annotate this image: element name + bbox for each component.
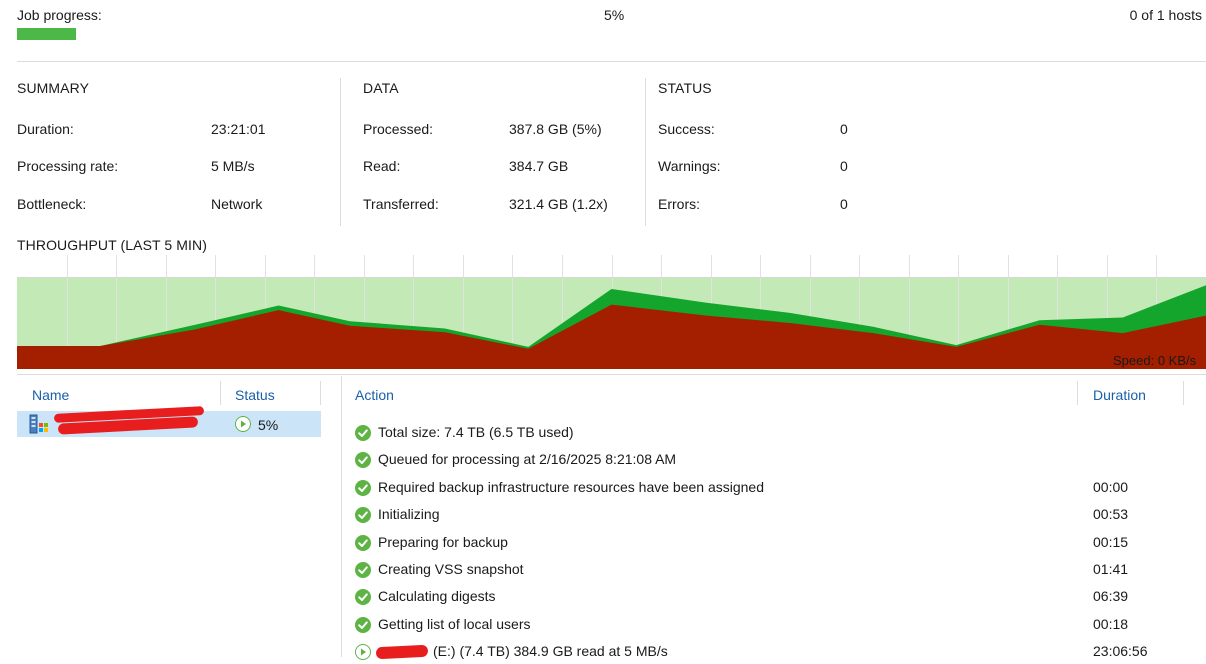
hosts-column-name[interactable]: Name bbox=[32, 387, 69, 403]
job-progress-hosts: 0 of 1 hosts bbox=[1129, 7, 1202, 23]
status-errors-value: 0 bbox=[840, 196, 848, 212]
action-text: Calculating digests bbox=[378, 588, 496, 604]
job-progress-fill bbox=[17, 28, 77, 40]
action-text: Required backup infrastructure resources… bbox=[378, 479, 765, 495]
column-separator[interactable] bbox=[220, 381, 221, 405]
action-row[interactable] bbox=[350, 503, 1200, 527]
data-title: DATA bbox=[363, 80, 399, 96]
data-transferred-label: Transferred: bbox=[363, 196, 439, 212]
column-divider bbox=[645, 78, 646, 226]
summary-duration-value: 23:21:01 bbox=[211, 121, 266, 137]
action-duration: 00:15 bbox=[1093, 534, 1129, 550]
host-status: 5% bbox=[258, 417, 279, 433]
check-circle-icon bbox=[355, 562, 371, 578]
summary-title: SUMMARY bbox=[17, 80, 90, 96]
status-title: STATUS bbox=[658, 80, 712, 96]
check-circle-icon bbox=[355, 589, 371, 605]
action-duration: 00:00 bbox=[1093, 479, 1129, 495]
status-errors-label: Errors: bbox=[658, 196, 700, 212]
check-circle-icon bbox=[355, 425, 371, 441]
data-processed-label: Processed: bbox=[363, 121, 434, 137]
summary-bottleneck-value: Network bbox=[211, 196, 263, 212]
section-divider bbox=[17, 374, 1206, 375]
status-success-label: Success: bbox=[658, 121, 715, 137]
status-success-value: 0 bbox=[840, 121, 848, 137]
action-text: Queued for processing at 2/16/2025 8:21:… bbox=[378, 451, 677, 467]
summary-duration-label: Duration: bbox=[17, 121, 74, 137]
check-circle-icon bbox=[355, 452, 371, 468]
summary-rate-label: Processing rate: bbox=[17, 158, 119, 174]
action-duration: 01:41 bbox=[1093, 561, 1129, 577]
check-circle-icon bbox=[355, 535, 371, 551]
actions-column-duration[interactable]: Duration bbox=[1093, 387, 1146, 403]
pane-divider[interactable] bbox=[341, 376, 342, 657]
action-text: Getting list of local users bbox=[378, 616, 531, 632]
data-processed-value: 387.8 GB (5%) bbox=[509, 121, 602, 137]
status-warnings-label: Warnings: bbox=[658, 158, 721, 174]
data-read-value: 384.7 GB bbox=[509, 158, 569, 174]
column-separator[interactable] bbox=[1077, 381, 1078, 405]
check-circle-icon bbox=[355, 617, 371, 633]
actions-column-action[interactable]: Action bbox=[355, 387, 394, 403]
summary-rate-value: 5 MB/s bbox=[211, 158, 255, 174]
status-warnings-value: 0 bbox=[840, 158, 848, 174]
column-divider bbox=[340, 78, 341, 226]
play-circle-icon bbox=[355, 644, 371, 660]
data-read-label: Read: bbox=[363, 158, 401, 174]
section-divider bbox=[17, 61, 1206, 62]
throughput-speed-label: Speed: 0 KB/s bbox=[1113, 353, 1197, 368]
action-duration: 00:18 bbox=[1093, 616, 1129, 632]
action-text: Preparing for backup bbox=[378, 534, 508, 550]
play-circle-icon bbox=[235, 416, 251, 432]
throughput-chart bbox=[17, 255, 1206, 369]
data-transferred-value: 321.4 GB (1.2x) bbox=[509, 196, 608, 212]
action-text: Total size: 7.4 TB (6.5 TB used) bbox=[378, 424, 574, 440]
server-icon bbox=[29, 414, 48, 434]
action-text: Creating VSS snapshot bbox=[378, 561, 524, 577]
action-duration: 00:53 bbox=[1093, 506, 1129, 522]
column-separator[interactable] bbox=[320, 381, 321, 405]
throughput-title: THROUGHPUT (LAST 5 MIN) bbox=[17, 237, 208, 253]
check-circle-icon bbox=[355, 507, 371, 523]
check-circle-icon bbox=[355, 480, 371, 496]
action-text: Initializing bbox=[378, 506, 440, 522]
hosts-column-status[interactable]: Status bbox=[235, 387, 275, 403]
summary-bottleneck-label: Bottleneck: bbox=[17, 196, 87, 212]
job-progress-label: Job progress: bbox=[17, 7, 102, 23]
action-duration: 06:39 bbox=[1093, 588, 1129, 604]
column-separator[interactable] bbox=[1183, 381, 1184, 405]
job-progress-percent: 5% bbox=[604, 7, 625, 23]
job-progress-bar bbox=[17, 28, 1206, 40]
